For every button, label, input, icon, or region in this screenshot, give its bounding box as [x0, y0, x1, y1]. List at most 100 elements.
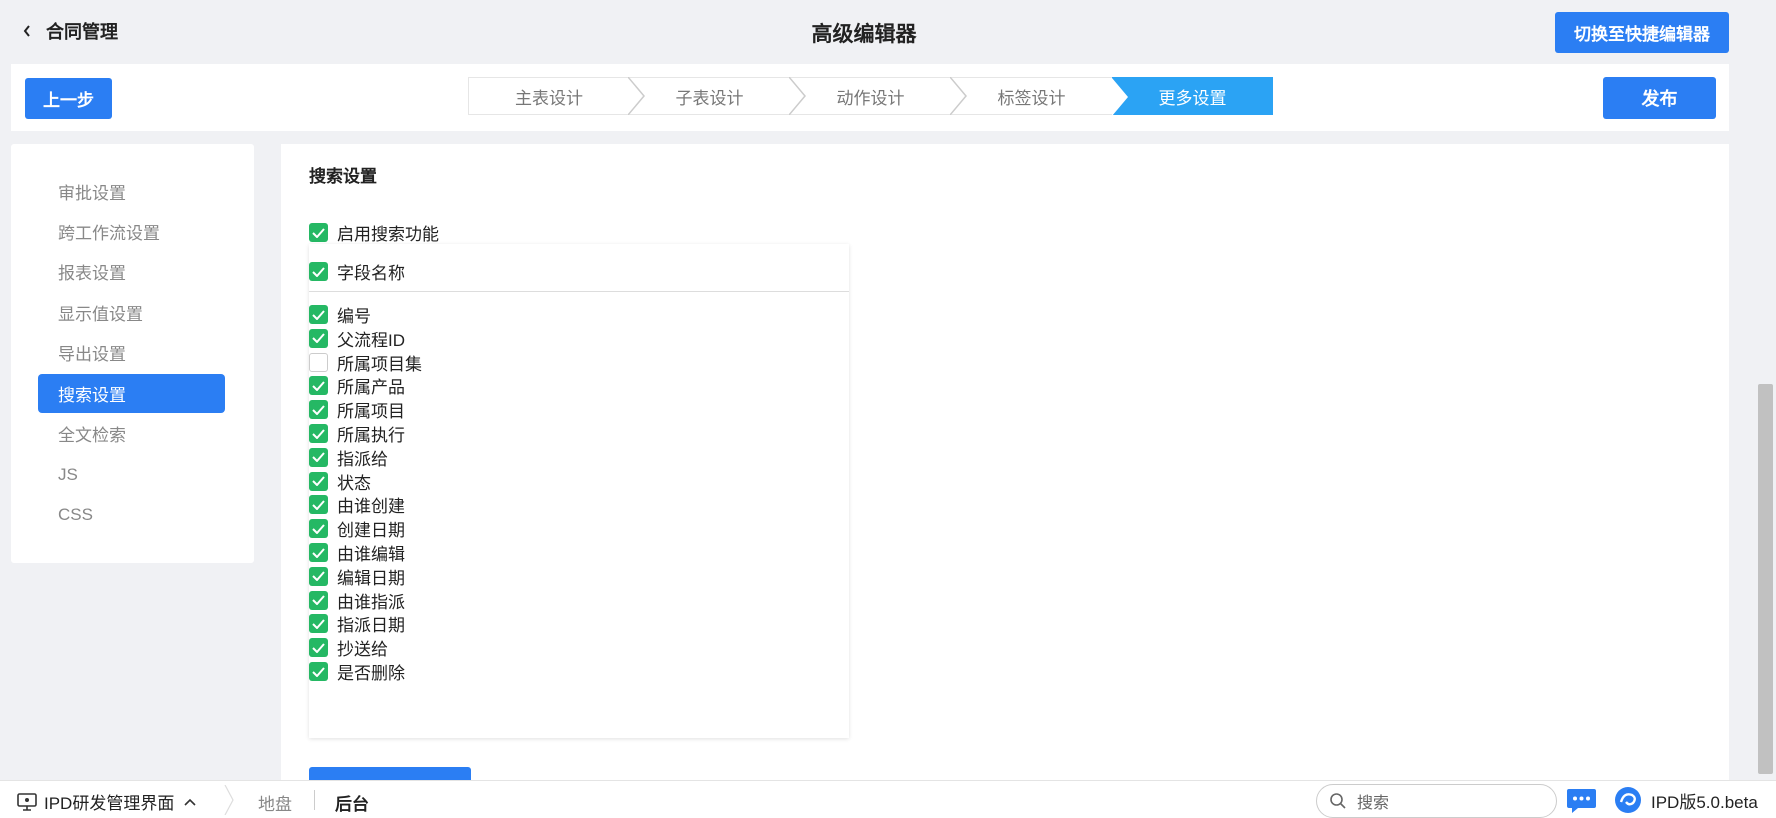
checkbox-checked-icon	[309, 447, 328, 467]
field-checkbox-row[interactable]: 由谁指派	[309, 588, 405, 613]
chat-icon[interactable]	[1566, 788, 1597, 814]
checkbox-label: 指派日期	[337, 616, 405, 636]
page-title: 高级编辑器	[811, 23, 917, 46]
field-checkbox-row[interactable]: 编辑日期	[309, 564, 405, 589]
checkbox-checked-icon	[309, 543, 328, 562]
step-main-table[interactable]: 主表设计	[468, 77, 645, 115]
sidebar-item-css[interactable]: CSS	[38, 495, 225, 534]
step-notch-icon	[1112, 78, 1128, 116]
step-label: 动作设计	[836, 88, 905, 108]
field-checkbox-row[interactable]: 是否删除	[309, 659, 405, 684]
step-label: 主表设计	[515, 88, 583, 108]
search-settings-panel: 搜索设置 启用搜索功能 字段名称 编号 父流程ID 所属项目集所属产品所属项目所属执…	[281, 144, 1729, 797]
step-sub-table[interactable]: 子表设计	[629, 77, 806, 115]
step-arrow-icon	[950, 77, 967, 115]
field-checkbox-row[interactable]: 由谁编辑	[309, 540, 405, 565]
sidebar-item-search[interactable]: 搜索设置	[38, 374, 225, 413]
switch-editor-button[interactable]: 切换至快捷编辑器	[1555, 12, 1729, 53]
field-checkbox-row[interactable]: 指派给	[309, 445, 388, 470]
field-checkbox-row[interactable]: 所属项目	[309, 397, 405, 422]
chevron-up-icon	[184, 798, 196, 806]
checkbox-label: 抄送给	[337, 640, 388, 660]
field-checkbox-row[interactable]: 指派日期	[309, 611, 405, 636]
search-fields-list: 字段名称 编号 父流程ID 所属项目集所属产品所属项目所属执行指派给状态由谁创建创建…	[309, 244, 849, 738]
step-arrow-icon	[789, 77, 806, 115]
checkbox-label: 启用搜索功能	[337, 225, 439, 244]
checkbox-label: 由谁编辑	[337, 545, 405, 564]
checkbox-checked-icon	[309, 590, 328, 610]
checkbox-label: 由谁创建	[337, 497, 405, 517]
breadcrumb-admin[interactable]: 后台	[335, 790, 369, 815]
sidebar-item-approval[interactable]: 审批设置	[38, 172, 225, 211]
sidebar-item-fulltext[interactable]: 全文检索	[38, 414, 225, 453]
field-checkbox-row[interactable]: 所属项目集	[309, 350, 422, 375]
step-label: 子表设计	[675, 88, 744, 108]
sidebar-item-cross-workflow[interactable]: 跨工作流设置	[38, 212, 225, 251]
step-wizard: 主表设计 子表设计 动作设计 标签设计 更多设置	[468, 77, 1273, 116]
checkbox-checked-icon	[309, 519, 328, 539]
field-list-header: 字段名称	[309, 244, 849, 292]
version-badge: IPD版5.0.beta	[1613, 786, 1758, 814]
search-placeholder: 搜索	[1357, 795, 1390, 812]
checkbox-label: 创建日期	[337, 521, 405, 541]
checkbox-label: 状态	[337, 473, 371, 493]
checkbox-label: 编辑日期	[337, 568, 405, 588]
checkbox-label: 字段名称	[337, 264, 405, 283]
section-title: 搜索设置	[309, 167, 377, 186]
checkbox-label: 由谁指派	[337, 592, 405, 612]
checkbox-label: 所属项目集	[337, 354, 422, 374]
field-checkbox-row[interactable]: 状态	[309, 469, 371, 494]
scrollbar-thumb[interactable]	[1758, 384, 1773, 774]
checkbox-label: 所属执行	[337, 426, 405, 445]
checkbox-checked-icon	[309, 662, 328, 681]
monitor-icon	[17, 792, 37, 811]
sidebar-item-display-value[interactable]: 显示值设置	[38, 293, 225, 332]
top-header: 合同管理 高级编辑器 切换至快捷编辑器	[0, 0, 1776, 62]
checkbox-label: 是否删除	[337, 664, 405, 683]
field-checkbox-row[interactable]: 所属执行	[309, 421, 405, 446]
checkbox-checked-icon	[309, 424, 328, 443]
prev-step-button[interactable]: 上一步	[25, 78, 112, 119]
checkbox-label: 所属产品	[337, 378, 405, 398]
publish-button[interactable]: 发布	[1603, 77, 1716, 119]
step-action[interactable]: 动作设计	[790, 77, 967, 115]
checkbox-label: 所属项目	[337, 402, 405, 422]
bottom-taskbar: IPD研发管理界面 地盘 后台 搜索 IPD版5.0.beta	[0, 780, 1776, 818]
checkbox-checked-icon	[309, 262, 328, 281]
app-label: IPD研发管理界面	[44, 794, 175, 813]
checkbox-checked-icon	[309, 223, 328, 242]
field-checkbox-row[interactable]: 编号	[309, 302, 371, 327]
checkbox-checked-icon	[309, 638, 328, 658]
checkbox-label: 指派给	[337, 449, 388, 469]
field-checkbox-row[interactable]: 创建日期	[309, 516, 405, 541]
breadcrumb-separator-icon	[224, 785, 234, 815]
step-tag[interactable]: 标签设计	[951, 77, 1112, 115]
sidebar-item-js[interactable]: JS	[38, 455, 225, 494]
checkbox-checked-icon	[309, 376, 328, 396]
checkbox-checked-icon	[309, 495, 328, 515]
taskbar-search-input[interactable]: 搜索	[1316, 784, 1557, 818]
field-checkbox-row[interactable]: 父流程ID	[309, 326, 405, 351]
breadcrumb-dashboard[interactable]: 地盘	[258, 790, 292, 815]
sidebar-item-export[interactable]: 导出设置	[38, 333, 225, 372]
checkbox-checked-icon	[309, 614, 328, 634]
app-switcher[interactable]: IPD研发管理界面	[17, 789, 197, 814]
brand-logo-icon	[1615, 787, 1641, 813]
checkbox-label: 编号	[337, 307, 371, 326]
field-checkbox-row[interactable]: 由谁创建	[309, 492, 405, 517]
field-checkbox-row[interactable]: 所属产品	[309, 373, 405, 398]
step-toolbar: 上一步 主表设计 子表设计 动作设计 标签设计 更多设置 发布	[11, 64, 1729, 131]
step-label: 更多设置	[1158, 88, 1227, 108]
field-checkbox-row[interactable]: 抄送给	[309, 635, 388, 660]
sidebar-item-report[interactable]: 报表设置	[38, 252, 225, 291]
checkbox-unchecked-icon	[309, 352, 328, 372]
checkbox-checked-icon	[309, 566, 328, 586]
field-name-select-all-checkbox[interactable]: 字段名称	[309, 259, 405, 284]
checkbox-checked-icon	[309, 400, 328, 420]
checkbox-checked-icon	[309, 328, 328, 348]
version-label: IPD版5.0.beta	[1651, 792, 1758, 812]
step-arrow-icon	[628, 77, 645, 115]
breadcrumb-divider	[314, 790, 315, 810]
enable-search-checkbox[interactable]: 启用搜索功能	[309, 220, 439, 245]
step-more-settings[interactable]: 更多设置	[1112, 77, 1273, 116]
